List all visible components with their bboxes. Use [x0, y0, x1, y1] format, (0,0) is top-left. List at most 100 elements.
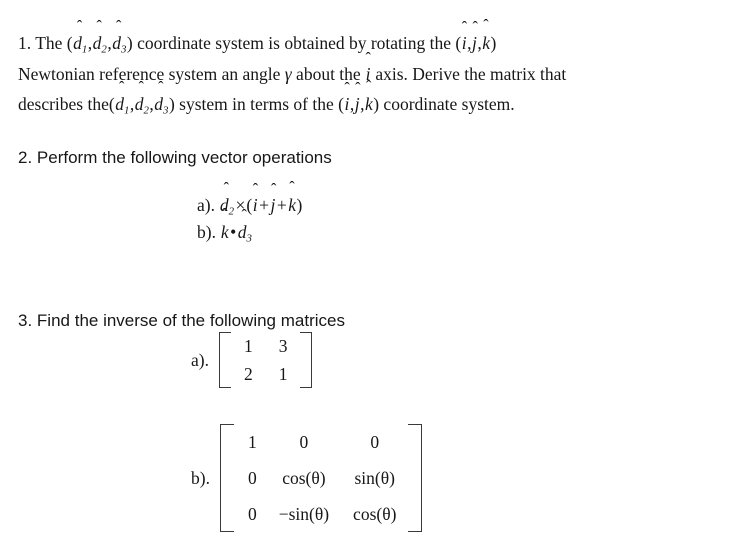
matrix-a-row-1: 1 3	[231, 332, 301, 360]
question-2-prompt-line: 2. Perform the following vector operatio…	[18, 143, 332, 173]
d1-hat-variable: ˆ d1	[115, 79, 130, 125]
ijk-basis-group-2: (ˆ i, ˆ j, ˆ k)	[338, 79, 380, 114]
question-2b-label: b).	[197, 222, 216, 242]
d-letter: d	[237, 222, 247, 242]
matrix-b-cell-3-2: −sin(θ)	[278, 504, 330, 524]
subscript-3: 3	[246, 232, 252, 245]
matrix-b-cell-1-1: 1	[247, 432, 257, 452]
left-bracket-icon	[219, 424, 234, 532]
d3-hat-variable: ˆ d3	[237, 207, 252, 253]
question-1-system-in-terms: system in terms of the	[179, 94, 334, 114]
k-hat-variable: ˆk	[364, 79, 373, 119]
i-hat-variable: ˆi	[344, 80, 350, 119]
plus-operator-1: +	[259, 195, 269, 215]
matrix-b-cell-1-3: 0	[370, 432, 380, 452]
question-3-prompt: Find the inverse of the following matric…	[36, 311, 345, 330]
d-letter: d	[112, 33, 121, 53]
i-hat-variable: ˆi	[252, 181, 258, 220]
i-hat-variable: ˆi	[365, 50, 371, 89]
question-3-part-b: b). 1 0 0 0 cos(θ) sin(θ) 0 −sin(θ) cos(…	[191, 424, 423, 532]
d-letter: d	[134, 94, 144, 114]
question-1-the: The	[35, 33, 63, 53]
matrix-b-cell-1-2: 0	[299, 432, 309, 452]
d3-hat-variable: ˆ d3	[154, 79, 169, 125]
question-1-line-2: Newtonian reference system an angle γ ab…	[18, 50, 567, 89]
question-2-number: 2.	[18, 148, 33, 167]
d-letter: d	[219, 195, 229, 215]
k-letter: k	[220, 222, 229, 242]
question-2-part-b: b). ˆ k• ˆ d3	[197, 207, 252, 253]
right-paren: )	[373, 94, 380, 114]
question-1-line-3: describes the(ˆ d1, ˆ d2, ˆ d3) system in ter…	[18, 79, 515, 125]
matrix-b-cell-2-1: 0	[247, 468, 257, 488]
i-letter: i	[461, 33, 467, 53]
d-letter: d	[154, 94, 164, 114]
cross-product-operator: ×	[235, 195, 246, 215]
document-page: 1. The (ˆ d1, ˆ d2, ˆ d3) coordinate system i…	[0, 0, 729, 538]
d2-hat-variable: ˆ d2	[134, 79, 149, 125]
question-2a-label: a).	[197, 195, 215, 215]
d-basis-group-1: (ˆ d1, ˆ d2, ˆ d3)	[67, 18, 133, 56]
k-letter: k	[364, 94, 373, 114]
subscript-1: 1	[123, 104, 130, 117]
matrix-a-cell-2-2: 1	[278, 364, 288, 384]
subscript-3: 3	[120, 43, 127, 56]
right-paren: )	[490, 33, 497, 53]
subscript-2: 2	[228, 205, 235, 218]
d-basis-group-2: (ˆ d1, ˆ d2, ˆ d3)	[109, 79, 175, 116]
matrix-b-row-1: 1 0 0	[234, 424, 408, 460]
question-1-newtonian-phrase: Newtonian reference system an angle	[18, 64, 281, 84]
matrix-a-bracketed: 1 3 2 1	[218, 332, 313, 388]
matrix-b-row-2: 0 cos(θ) sin(θ)	[234, 460, 408, 496]
subscript-1: 1	[81, 43, 88, 56]
k-hat-variable: ˆk	[288, 180, 297, 220]
question-3-number: 3.	[18, 311, 33, 330]
question-3-part-a: a). 1 3 2 1	[191, 332, 313, 388]
d-letter: d	[73, 33, 82, 53]
matrix-b-cell-3-3: cos(θ)	[353, 504, 397, 524]
right-paren: )	[168, 94, 175, 114]
dot-product-operator: •	[230, 222, 237, 242]
matrix-b-bracketed: 1 0 0 0 cos(θ) sin(θ) 0 −sin(θ) cos(θ)	[219, 424, 423, 532]
question-1-about-the: about the	[296, 64, 361, 84]
matrix-a-cell-2-1: 2	[243, 364, 253, 384]
matrix-b-cell-2-2: cos(θ)	[282, 468, 326, 488]
i-hat-variable: ˆi	[461, 19, 467, 58]
j-letter: j	[354, 94, 360, 114]
matrix-a-row-2: 2 1	[231, 360, 301, 388]
right-paren: )	[296, 195, 303, 215]
plus-operator-2: +	[276, 195, 287, 215]
question-3b-label: b).	[191, 467, 210, 488]
k-letter: k	[482, 33, 491, 53]
k-hat-variable: ˆk	[482, 18, 491, 58]
j-letter: j	[270, 195, 276, 215]
subscript-2: 2	[143, 104, 149, 117]
matrix-a-cell-1-2: 3	[278, 336, 288, 356]
k-letter: k	[288, 195, 297, 215]
subscript-3: 3	[163, 104, 169, 117]
matrix-a-cell-1-1: 1	[243, 336, 253, 356]
matrix-b-row-3: 0 −sin(θ) cos(θ)	[234, 496, 408, 532]
question-1-coordinate-phrase: coordinate system is obtained by rotatin…	[137, 33, 452, 53]
matrix-b-cell-3-1: 0	[247, 504, 257, 524]
gamma-symbol: γ	[284, 64, 292, 84]
matrix-a: 1 3 2 1	[231, 332, 301, 388]
question-2a-expression: ˆ d2×(ˆ i+ ˆ j+ ˆ k)	[219, 180, 303, 218]
j-hat-variable: ˆj	[354, 80, 361, 119]
question-1-axis-derive: axis. Derive the matrix that	[375, 64, 567, 84]
question-3a-label: a).	[191, 349, 209, 370]
left-bracket-icon	[218, 332, 231, 388]
j-letter: j	[472, 33, 477, 53]
d-letter: d	[115, 94, 124, 114]
k-hat-variable: ˆk	[220, 207, 229, 247]
ijk-basis-group-1: (ˆ i, ˆ j, ˆ k)	[455, 18, 497, 53]
subscript-2: 2	[101, 43, 107, 56]
right-bracket-icon	[408, 424, 423, 532]
right-bracket-icon	[300, 332, 313, 388]
matrix-b: 1 0 0 0 cos(θ) sin(θ) 0 −sin(θ) cos(θ)	[234, 424, 408, 532]
matrix-b-cell-2-3: sin(θ)	[354, 468, 395, 488]
question-2-prompt: Perform the following vector operations	[36, 148, 332, 167]
i-hat-axis: ˆi	[365, 50, 371, 84]
right-paren: )	[126, 33, 133, 53]
question-1-coord-sys-end: coordinate system.	[383, 94, 515, 114]
